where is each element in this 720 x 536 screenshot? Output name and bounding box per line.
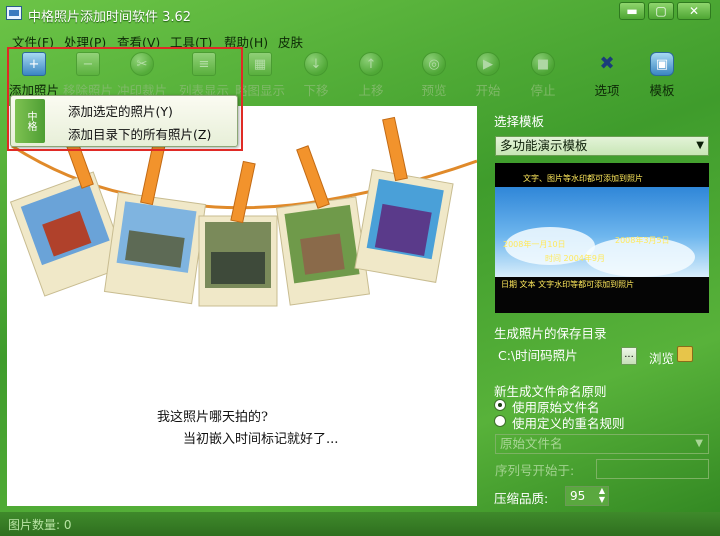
quality-stepper[interactable]: 95 ▲ ▼ [565, 486, 609, 506]
remove-photo-icon: − [76, 52, 100, 76]
close-button[interactable]: ✕ [677, 2, 711, 20]
canvas-caption-line1: 我这照片哪天拍的? [157, 410, 268, 425]
radio-custom-rule-label[interactable]: 使用定义的重名规则 [512, 413, 625, 432]
maximize-button[interactable]: ▢ [648, 2, 674, 20]
menu-skin[interactable]: 皮肤 [278, 32, 303, 51]
window-title: 中格照片添加时间软件 3.62 [28, 10, 192, 25]
preview-text-3: 2008年3月5日 [615, 236, 670, 245]
photo-count: 图片数量: 0 [8, 518, 72, 532]
preview-text-4: 时间 2004年9月 [545, 254, 605, 263]
options-icon: ✖ [599, 53, 615, 74]
template-label: 选择模板 [494, 114, 545, 129]
seq-start-input[interactable] [596, 459, 709, 479]
template-icon: ▣ [650, 52, 674, 76]
preview-text-5: 日期 文本 文字水印等都可添加到照片 [501, 280, 635, 289]
minimize-button[interactable]: ▬ [619, 2, 645, 20]
start-button[interactable]: ▶ 开始 [460, 50, 516, 102]
stop-button[interactable]: ■ 停止 [515, 50, 571, 102]
template-select[interactable]: 多功能演示模板 ▼ [495, 136, 709, 156]
preview-icon: ◎ [422, 52, 446, 76]
move-down-button[interactable]: ↓ 下移 [288, 50, 344, 102]
title-bar: 中格照片添加时间软件 3.62 ▬ ▢ ✕ [0, 0, 720, 28]
list-view-icon: ≡ [192, 52, 216, 76]
thumbnail-view-label: 略图显示 [234, 83, 285, 98]
preview-sky: 2008年一月10日 2008年3月5日 时间 2004年9月 [495, 187, 709, 277]
add-photo-menu: 中格 添加选定的照片(Y) 添加目录下的所有照片(Z) [10, 95, 238, 147]
move-up-button[interactable]: ↑ 上移 [343, 50, 399, 102]
seq-start-label: 序列号开始于: [495, 463, 575, 478]
save-dir-field[interactable]: C:\时间码照片 [495, 346, 615, 366]
menu-bar: 文件(F) 处理(P) 查看(V) 工具(T) 帮助(H) 皮肤 [0, 30, 720, 50]
thumbnail-view-button[interactable]: ▦ 略图显示 [232, 50, 288, 102]
preview-button[interactable]: ◎ 预览 [406, 50, 462, 102]
start-icon: ▶ [476, 52, 500, 76]
options-button[interactable]: ✖ 选项 [579, 50, 635, 102]
radio-original-name[interactable] [494, 399, 506, 411]
chevron-down-icon: ▼ [696, 140, 704, 151]
browse-button[interactable]: 浏览 [649, 348, 674, 367]
template-select-value: 多功能演示模板 [500, 138, 588, 153]
move-down-label: 下移 [303, 83, 329, 98]
browse-dots-button[interactable]: ... [621, 347, 637, 365]
move-down-icon: ↓ [304, 52, 328, 76]
template-label: 模板 [649, 83, 675, 98]
menu-help[interactable]: 帮助(H) [224, 32, 268, 51]
folder-icon[interactable] [677, 346, 693, 362]
photo-frame-4 [276, 196, 370, 306]
template-preview: 文字、图片等水印都可添加到照片 2008年一月10日 2008年3月5日 时间 … [495, 163, 709, 313]
app-window: 中格照片添加时间软件 3.62 ▬ ▢ ✕ 文件(F) 处理(P) 查看(V) … [0, 0, 720, 536]
rename-rule-value: 原始文件名 [500, 436, 563, 451]
status-bar: 图片数量: 0 [0, 512, 720, 536]
preview-bottom-bar: 日期 文本 文字水印等都可添加到照片 [495, 277, 709, 313]
photo-canvas[interactable]: 我这照片哪天拍的? 当初嵌入时间标记就好了... [7, 106, 477, 506]
preview-text-2: 2008年一月10日 [503, 240, 566, 249]
quality-label: 压缩品质: [494, 491, 549, 506]
stop-label: 停止 [530, 83, 556, 98]
menu-item-add-folder[interactable]: 添加目录下的所有照片(Z) [68, 124, 211, 143]
preview-text-1: 文字、图片等水印都可添加到照片 [523, 174, 643, 183]
move-up-label: 上移 [358, 83, 384, 98]
options-label: 选项 [594, 83, 620, 98]
menu-item-add-selected[interactable]: 添加选定的照片(Y) [68, 101, 173, 120]
move-up-icon: ↑ [359, 52, 383, 76]
menu-file[interactable]: 文件(F) [12, 32, 54, 51]
menu-view[interactable]: 查看(V) [117, 32, 160, 51]
radio-custom-rule[interactable] [494, 415, 506, 427]
thumbnail-view-icon: ▦ [248, 52, 272, 76]
add-photo-icon: + [22, 52, 46, 76]
start-label: 开始 [475, 83, 501, 98]
photo-frame-3 [198, 215, 278, 307]
crop-print-icon: ✂ [130, 52, 154, 76]
menu-process[interactable]: 处理(P) [64, 32, 106, 51]
menu-tools[interactable]: 工具(T) [170, 32, 212, 51]
stop-icon: ■ [531, 52, 555, 76]
stepper-arrows-icon[interactable]: ▲ ▼ [599, 486, 605, 504]
menu-side-strip: 中格 [15, 99, 45, 143]
template-button[interactable]: ▣ 模板 [634, 50, 690, 102]
photo-frame-2 [103, 191, 207, 305]
rename-rule-select[interactable]: 原始文件名 ▼ [495, 434, 709, 454]
canvas-caption-line2: 当初嵌入时间标记就好了... [183, 432, 339, 447]
photo-frame-5 [354, 169, 454, 283]
preview-label: 预览 [421, 83, 447, 98]
app-icon [6, 6, 22, 20]
quality-value: 95 [570, 489, 586, 503]
chevron-down-icon: ▼ [695, 438, 703, 449]
save-dir-label: 生成照片的保存目录 [494, 326, 607, 341]
